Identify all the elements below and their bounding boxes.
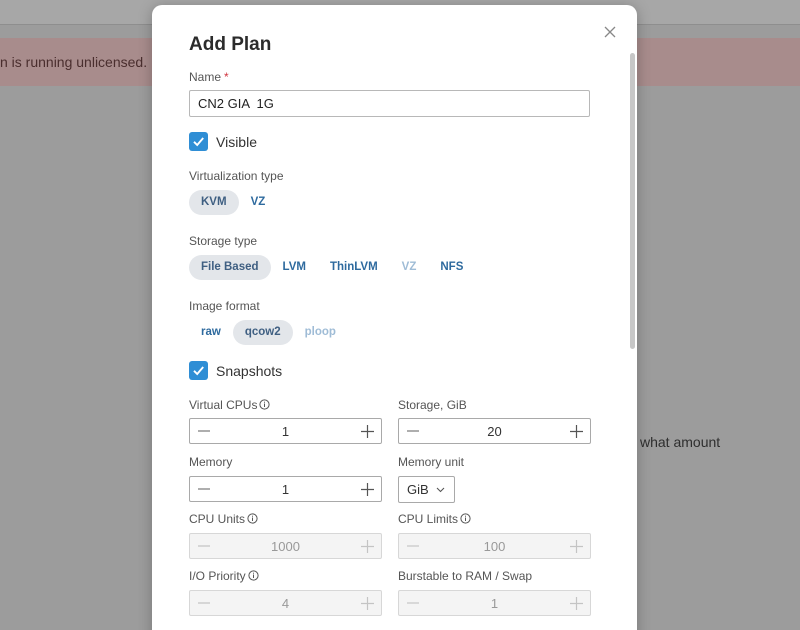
checkmark-icon bbox=[193, 137, 204, 147]
cpu-units-value: 1000 bbox=[271, 538, 300, 554]
minus-icon bbox=[407, 545, 419, 547]
storage-stepper: 20 bbox=[398, 418, 591, 444]
checkbox-checked[interactable] bbox=[189, 132, 208, 151]
virtualization-option-kvm[interactable]: KVM bbox=[189, 190, 239, 215]
plus-icon bbox=[569, 596, 583, 610]
storage-value[interactable]: 20 bbox=[427, 424, 562, 439]
virtualization-type-label: Virtualization type bbox=[189, 169, 284, 183]
snapshots-checkbox[interactable]: Snapshots bbox=[189, 361, 282, 380]
increment-button[interactable] bbox=[353, 419, 381, 443]
image-format-option-qcow2[interactable]: qcow2 bbox=[232, 320, 293, 345]
checkbox-checked[interactable] bbox=[189, 361, 208, 380]
cpu-limits-label: CPU Limits bbox=[398, 512, 471, 527]
io-priority-stepper: 4 bbox=[189, 590, 382, 616]
chevron-down-icon bbox=[436, 487, 445, 493]
storage-option-nfs[interactable]: NFS bbox=[428, 255, 475, 280]
storage-option-vz: VZ bbox=[401, 261, 417, 273]
increment-button bbox=[353, 591, 381, 615]
virtualization-option-vz[interactable]: VZ bbox=[239, 190, 278, 215]
decrement-button bbox=[190, 591, 218, 615]
storage-option-thinlvm[interactable]: ThinLVM bbox=[318, 255, 390, 280]
decrement-button bbox=[399, 591, 427, 615]
minus-icon bbox=[198, 602, 210, 604]
storage-label: Storage, GiB bbox=[398, 398, 467, 412]
cpu-units-stepper: 1000 bbox=[189, 533, 382, 559]
plus-icon bbox=[360, 596, 374, 610]
minus-icon bbox=[407, 430, 419, 432]
decrement-button[interactable] bbox=[190, 419, 218, 443]
plus-icon bbox=[360, 482, 374, 496]
virtualization-type-selector: KVM VZ bbox=[189, 190, 277, 215]
memory-unit-label: Memory unit bbox=[398, 455, 465, 469]
storage-option-file-based[interactable]: File Based bbox=[189, 255, 271, 280]
info-icon[interactable] bbox=[248, 570, 259, 584]
cpu-units-label: CPU Units bbox=[189, 512, 258, 527]
memory-value[interactable]: 1 bbox=[218, 482, 353, 497]
minus-icon bbox=[198, 488, 210, 490]
visible-label: Visible bbox=[216, 133, 257, 150]
memory-unit-value: GiB bbox=[407, 482, 429, 497]
plus-icon bbox=[360, 424, 374, 438]
image-format-option-ploop: ploop bbox=[304, 326, 336, 338]
io-priority-label: I/O Priority bbox=[189, 569, 259, 584]
increment-button[interactable] bbox=[562, 419, 590, 443]
plus-icon bbox=[569, 424, 583, 438]
add-plan-dialog: Add Plan Name* Visible Virtualization ty… bbox=[152, 5, 637, 630]
snapshots-label: Snapshots bbox=[216, 362, 283, 379]
decrement-button[interactable] bbox=[399, 419, 427, 443]
plus-icon bbox=[360, 539, 374, 553]
image-format-label: Image format bbox=[189, 299, 260, 313]
background-text: what amount bbox=[640, 434, 721, 450]
decrement-button bbox=[399, 534, 427, 558]
name-input[interactable] bbox=[189, 90, 590, 117]
storage-type-selector: File Based LVM ThinLVM VZ NFS bbox=[189, 255, 475, 280]
minus-icon bbox=[407, 602, 419, 604]
decrement-button bbox=[190, 534, 218, 558]
increment-button bbox=[353, 534, 381, 558]
increment-button[interactable] bbox=[353, 477, 381, 501]
cpu-limits-value: 100 bbox=[483, 538, 506, 554]
image-format-selector: raw qcow2 ploop bbox=[189, 320, 348, 345]
increment-button bbox=[562, 591, 590, 615]
increment-button bbox=[562, 534, 590, 558]
burstable-label: Burstable to RAM / Swap bbox=[398, 569, 533, 583]
burstable-stepper: 1 bbox=[398, 590, 591, 616]
license-warning-text: n is running unlicensed. bbox=[0, 54, 148, 70]
cpu-limits-stepper: 100 bbox=[398, 533, 591, 559]
info-icon[interactable] bbox=[460, 513, 471, 527]
storage-option-lvm[interactable]: LVM bbox=[271, 255, 318, 280]
info-icon[interactable] bbox=[247, 513, 258, 527]
close-button[interactable] bbox=[602, 24, 618, 40]
minus-icon bbox=[198, 430, 210, 432]
image-format-option-raw[interactable]: raw bbox=[189, 320, 233, 345]
minus-icon bbox=[198, 545, 210, 547]
memory-unit-select[interactable]: GiB bbox=[398, 476, 455, 503]
decrement-button[interactable] bbox=[190, 477, 218, 501]
burstable-value: 1 bbox=[490, 595, 499, 611]
storage-type-label: Storage type bbox=[189, 234, 258, 248]
dialog-scrollbar[interactable] bbox=[630, 53, 635, 349]
visible-checkbox[interactable]: Visible bbox=[189, 132, 257, 151]
close-icon bbox=[604, 26, 616, 38]
info-icon[interactable] bbox=[259, 399, 271, 413]
virtual-cpus-value[interactable]: 1 bbox=[218, 424, 353, 439]
memory-label: Memory bbox=[189, 455, 233, 469]
name-label: Name * bbox=[189, 70, 229, 84]
dialog-title: Add Plan bbox=[189, 34, 272, 55]
virtual-cpus-label: Virtual CPUs bbox=[189, 398, 271, 413]
required-mark: * bbox=[224, 70, 229, 84]
virtual-cpus-stepper: 1 bbox=[189, 418, 382, 444]
checkmark-icon bbox=[193, 366, 204, 376]
io-priority-value: 4 bbox=[281, 595, 290, 611]
plus-icon bbox=[569, 539, 583, 553]
memory-stepper: 1 bbox=[189, 476, 382, 502]
